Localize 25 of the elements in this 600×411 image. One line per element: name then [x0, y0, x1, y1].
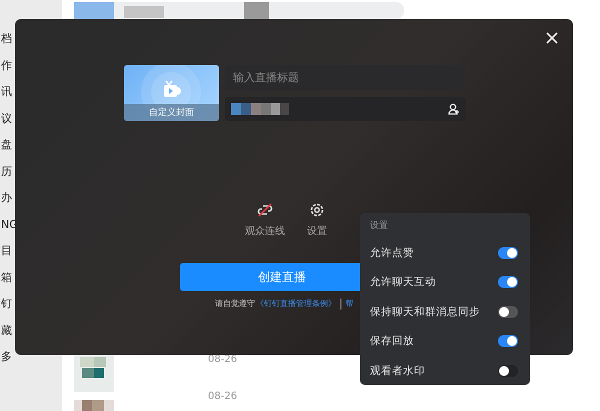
tool-button[interactable]: 观众连线	[245, 202, 285, 238]
cover-button[interactable]: 自定义封面	[124, 65, 219, 121]
toggle-switch[interactable]	[498, 364, 518, 377]
notice-text: 请自觉遵守	[215, 298, 255, 309]
toggle-switch[interactable]	[498, 335, 518, 348]
option-label: 观看者水印	[370, 364, 425, 378]
option-label: 允许点赞	[370, 246, 414, 260]
add-person-icon[interactable]	[448, 103, 460, 115]
title-input[interactable]: 输入直播标题	[225, 65, 466, 90]
option-label: 保存回放	[370, 334, 414, 348]
option-label: 保持聊天和群消息同步	[370, 304, 480, 319]
toggle-switch[interactable]	[498, 276, 518, 288]
link-off-icon	[257, 202, 273, 218]
tool-button[interactable]: 设置	[307, 202, 327, 238]
close-icon[interactable]	[545, 31, 559, 45]
toggle-switch[interactable]	[498, 306, 518, 318]
message-date: 08-26	[208, 354, 238, 365]
host-field[interactable]	[225, 97, 466, 121]
gear-icon	[309, 202, 325, 218]
toggle-switch[interactable]	[498, 246, 518, 259]
popup-title: 设置	[370, 220, 389, 232]
separator: |	[339, 297, 343, 310]
message-date: 08-26	[208, 391, 238, 402]
rules-link[interactable]: 《钉钉直播管理条例》	[256, 298, 336, 309]
help-link[interactable]: 帮	[346, 298, 354, 309]
